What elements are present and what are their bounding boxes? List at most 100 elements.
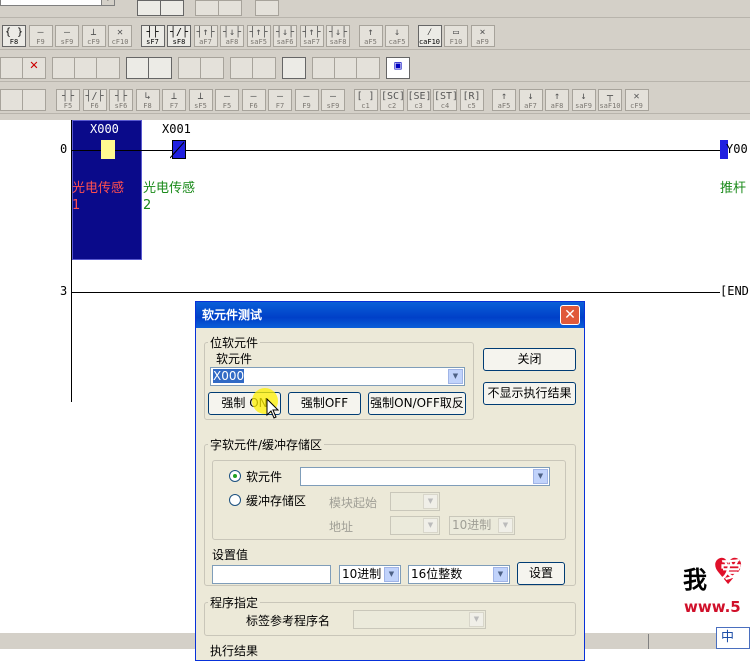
toolbar-button-saf6[interactable]: ┤↓├ saF6 <box>273 25 297 47</box>
force-off-button[interactable]: 强制OFF <box>288 392 361 415</box>
comment-line: 2 <box>143 198 152 213</box>
toolbar-icon-button[interactable] <box>230 57 254 79</box>
toolbar-icon-button[interactable] <box>178 57 202 79</box>
toolbar-button-cf9[interactable]: ⊥ cF9 <box>81 25 106 47</box>
contact-x001[interactable] <box>170 140 186 159</box>
toolbar-icon-button[interactable] <box>200 57 224 79</box>
toolbar-button-af9[interactable]: ⨯ aF9 <box>470 25 495 47</box>
toolbar-button-f7[interactable]: ⊥ F7 <box>162 89 186 111</box>
toolbar-button-sf9[interactable]: — sF9 <box>321 89 345 111</box>
toolbar-button-sf9[interactable]: — sF9 <box>55 25 79 47</box>
radio-buffer[interactable] <box>229 494 241 506</box>
chevron-down-icon[interactable]: ▼ <box>423 518 438 533</box>
toolbar-button-f8[interactable]: ↳ F8 <box>135 89 160 111</box>
monitor-icon[interactable] <box>282 57 306 79</box>
toolbar-button-af8[interactable]: ↑ aF8 <box>545 89 569 111</box>
contact-x000[interactable] <box>101 140 115 159</box>
toolbar-icon-button[interactable]: ✕ <box>22 57 46 79</box>
toolbar-icon-button[interactable] <box>137 0 161 16</box>
label-ref-combo[interactable]: ▼ <box>353 610 486 629</box>
toolbar-icon-button[interactable] <box>96 57 120 79</box>
toolbar-button-af5[interactable]: ↑ aF5 <box>492 89 516 111</box>
hide-results-button[interactable]: 不显示执行结果 <box>483 382 576 405</box>
comment-x001: 光电传感 2 <box>143 180 195 214</box>
toolbar-button-f9[interactable]: — F9 <box>28 25 53 47</box>
toolbar-button-f10[interactable]: ▭ F10 <box>444 25 468 47</box>
set-value-type-combo[interactable]: 16位整数 ▼ <box>408 565 510 584</box>
address-combo[interactable]: ▼ <box>390 516 440 535</box>
force-toggle-button[interactable]: 强制ON/OFF取反 <box>368 392 466 415</box>
toolbar-icon-button[interactable] <box>52 57 76 79</box>
toolbar-button-f8[interactable]: { } F8 <box>2 25 26 47</box>
toolbar-icon-button[interactable] <box>356 57 380 79</box>
toolbar-button-f5[interactable]: ┤├ F5 <box>56 89 80 111</box>
toolbar-icon-button[interactable] <box>160 0 184 16</box>
address-base-combo[interactable]: 10进制 ▼ <box>449 516 515 535</box>
toolbar-button-af5[interactable]: ↑ aF5 <box>358 25 383 47</box>
dialog-titlebar[interactable]: 软元件测试 ✕ <box>196 302 584 328</box>
chevron-down-icon[interactable]: ▼ <box>498 518 513 533</box>
chevron-down-icon[interactable]: ▼ <box>384 567 399 582</box>
module-start-combo[interactable]: ▼ <box>390 492 440 511</box>
toolbar-button-f7[interactable]: — F7 <box>268 89 292 111</box>
toolbar-button-saf9[interactable]: ↓ saF9 <box>571 89 596 111</box>
toolbar-button-sf6[interactable]: ┤├ sF6 <box>109 89 133 111</box>
toolbar-button-f9[interactable]: — F9 <box>294 89 319 111</box>
toolbar-icon-button[interactable] <box>255 0 279 16</box>
toolbar-button-saf8[interactable]: ┤↓├ saF8 <box>326 25 350 47</box>
toolbar-button-af7[interactable]: ↓ aF7 <box>518 89 543 111</box>
chevron-down-icon[interactable]: ▼ <box>469 612 484 627</box>
toolbar-symbol-icon: [SE] <box>407 91 431 102</box>
close-icon[interactable]: ✕ <box>560 305 580 325</box>
toolbar-icon-button[interactable] <box>0 57 24 79</box>
toolbar-icon-button[interactable] <box>334 57 358 79</box>
toolbar-button-c4[interactable]: [ST] c4 <box>433 89 457 111</box>
ime-indicator[interactable]: 中 <box>716 627 750 649</box>
word-device-combo[interactable]: ▼ <box>300 467 550 486</box>
toolbar-button-c1[interactable]: [ ] c1 <box>353 89 378 111</box>
toolbar-button-c3[interactable]: [SE] c3 <box>406 89 431 111</box>
toolbar-button-cf10[interactable]: ✕ cF10 <box>108 25 132 47</box>
set-value-base-combo[interactable]: 10进制 ▼ <box>339 565 401 584</box>
toolbar-icon-button[interactable] <box>252 57 276 79</box>
set-value-input[interactable] <box>212 565 331 584</box>
search-icon[interactable] <box>148 57 172 79</box>
chevron-down-icon[interactable]: ▼ <box>533 469 548 484</box>
top-combo[interactable]: ▼ <box>0 0 115 6</box>
chevron-down-icon[interactable]: ▼ <box>423 494 438 509</box>
toolbar-button-sf7[interactable]: ┤├ sF7 <box>140 25 165 47</box>
toolbar-icon-button[interactable] <box>312 57 336 79</box>
toolbar-button-saf7[interactable]: ┤↑├ saF7 <box>299 25 324 47</box>
toolbar-symbol-icon: — <box>303 91 310 102</box>
close-button[interactable]: 关闭 <box>483 348 576 371</box>
chevron-down-icon[interactable]: ▼ <box>101 0 114 5</box>
grid-icon[interactable] <box>126 57 150 79</box>
toolbar-button-saf5[interactable]: ┤↑├ saF5 <box>246 25 271 47</box>
toolbar-button-caf5[interactable]: ↓ caF5 <box>385 25 409 47</box>
rung-line-3 <box>72 292 720 293</box>
toolbar-icon-button[interactable] <box>22 89 46 111</box>
toolbar-button-sf5[interactable]: ⊥ sF5 <box>188 89 213 111</box>
toolbar-symbol-icon: ↓ <box>580 91 587 102</box>
toolbar-button-caf10[interactable]: ⁄ caF10 <box>417 25 442 47</box>
chevron-down-icon[interactable]: ▼ <box>493 567 508 582</box>
toolbar-button-cf9[interactable]: ✕ cF9 <box>624 89 649 111</box>
toolbar-button-af8[interactable]: ┤↓├ aF8 <box>220 25 244 47</box>
toolbar-icon-button[interactable] <box>74 57 98 79</box>
toolbar-button-af7[interactable]: ┤↑├ aF7 <box>193 25 218 47</box>
device-combo[interactable]: X000 ▼ <box>210 367 465 386</box>
chevron-down-icon[interactable]: ▼ <box>448 369 463 384</box>
toolbar-button-c2[interactable]: [SC] c2 <box>380 89 404 111</box>
toolbar-icon-button[interactable] <box>218 0 242 16</box>
radio-device[interactable] <box>229 470 241 482</box>
toolbar-button-sf8[interactable]: ┤/├ sF8 <box>167 25 191 47</box>
toolbar-icon-button[interactable] <box>195 0 219 16</box>
set-button[interactable]: 设置 <box>517 562 565 585</box>
toolbar-icon-button[interactable] <box>0 89 24 111</box>
toolbar-button-f6[interactable]: — F6 <box>241 89 266 111</box>
window-icon[interactable]: ▣ <box>386 57 410 79</box>
toolbar-button-f6[interactable]: ┤/├ F6 <box>82 89 107 111</box>
toolbar-button-saf10[interactable]: ┬ saF10 <box>598 89 622 111</box>
toolbar-button-f5[interactable]: — F5 <box>215 89 239 111</box>
toolbar-button-c5[interactable]: [R] c5 <box>459 89 484 111</box>
